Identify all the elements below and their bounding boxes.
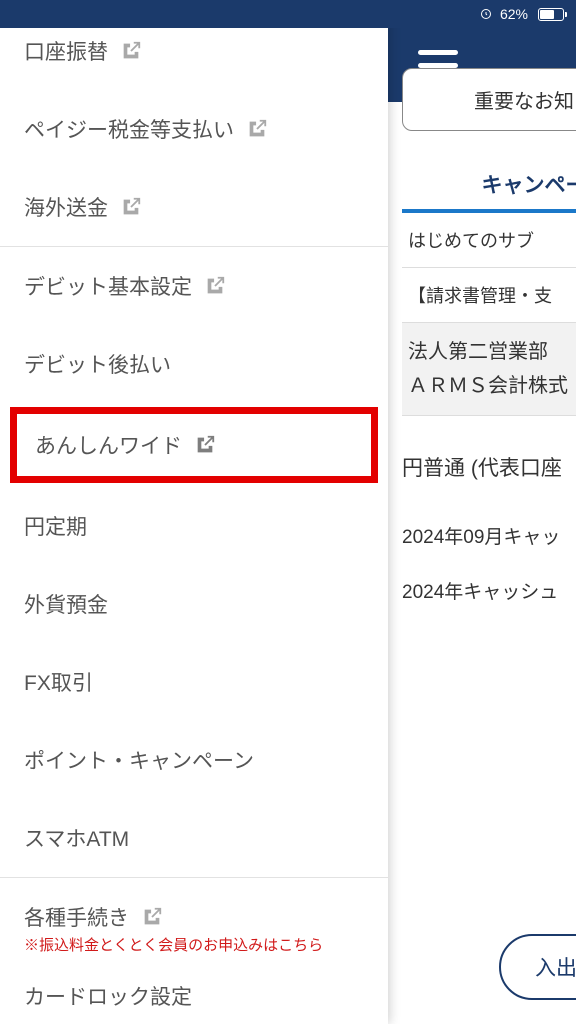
menu-label: あんしんワイド [35, 430, 182, 460]
menu-label: 各種手続き [24, 902, 129, 932]
sidebar-item-atm[interactable]: スマホATM [0, 799, 388, 877]
tab-row: キャンペー [402, 159, 576, 213]
menu-label: カードロック設定 [24, 981, 192, 1011]
menu-label: FX取引 [24, 667, 93, 697]
account-section-title: 円普通 (代表口座 [402, 416, 576, 508]
battery-icon [538, 8, 564, 21]
sidebar-item-debit-postpay[interactable]: デビット後払い [0, 325, 388, 403]
menu-label: デビット後払い [24, 349, 171, 379]
sidebar-item-foreign-deposit[interactable]: 外貨預金 [0, 565, 388, 643]
menu-label: スマホATM [24, 823, 129, 853]
sidebar-item-procedures[interactable]: 各種手続き [0, 878, 388, 944]
list-item[interactable]: はじめてのサブ [402, 213, 576, 268]
battery-status: 62% [480, 6, 564, 22]
menu-label: ポイント・キャンペーン [24, 745, 254, 775]
sidebar-item-overseas[interactable]: 海外送金 [0, 168, 388, 246]
cashback-row[interactable]: 2024年09月キャッ [402, 508, 576, 563]
sidebar-item-yen-fixed[interactable]: 円定期 [0, 487, 388, 565]
external-link-icon [141, 906, 163, 928]
transactions-button[interactable]: 入出金明細 [499, 934, 576, 1000]
hamburger-menu-icon[interactable] [418, 50, 458, 80]
battery-percent: 62% [500, 6, 528, 22]
external-link-icon [194, 434, 216, 456]
menu-label: 円定期 [24, 511, 87, 541]
menu-label: デビット基本設定 [24, 271, 192, 301]
sidebar-item-anshin-wide-highlight: あんしんワイド [10, 407, 378, 483]
menu-label: 海外送金 [24, 192, 108, 222]
menu-group-3: 各種手続き ※振込料金とくとく会員のお申込みはこちら カードロック設定 [0, 878, 388, 1024]
external-link-icon [120, 196, 142, 218]
sidebar-item-fx[interactable]: FX取引 [0, 643, 388, 721]
menu-group-2: デビット基本設定 デビット後払い あんしんワイド 円定期 外貨預金 FX取引 [0, 247, 388, 878]
menu-label: 外貨預金 [24, 589, 108, 619]
tab-campaign[interactable]: キャンペー [402, 159, 576, 213]
sidebar-item-debit-settings[interactable]: デビット基本設定 [0, 247, 388, 325]
external-link-icon [120, 40, 142, 62]
menu-label: ペイジー税金等支払い [24, 114, 234, 144]
sidebar-drawer: 口座振替 ペイジー税金等支払い 海外送金 デビット基本設定 デビット後払い [0, 0, 388, 1024]
rotation-lock-icon [480, 8, 492, 20]
menu-label: 口座振替 [24, 36, 108, 66]
external-link-icon [246, 118, 268, 140]
sidebar-item-points[interactable]: ポイント・キャンペーン [0, 721, 388, 799]
list-item[interactable]: 法人第二営業部 ＡＲＭＳ会計株式 [402, 323, 576, 416]
menu-group-1: 口座振替 ペイジー税金等支払い 海外送金 [0, 0, 388, 247]
sidebar-item-anshin-wide[interactable]: あんしんワイド [35, 430, 353, 460]
sidebar-item-card-lock[interactable]: カードロック設定 [0, 963, 388, 1024]
sidebar-item-payeasy[interactable]: ペイジー税金等支払い [0, 90, 388, 168]
status-bar: 62% [0, 0, 576, 28]
external-link-icon [204, 275, 226, 297]
list-item[interactable]: 【請求書管理・支 [402, 268, 576, 323]
cashback-row[interactable]: 2024年キャッシュ [402, 563, 576, 618]
